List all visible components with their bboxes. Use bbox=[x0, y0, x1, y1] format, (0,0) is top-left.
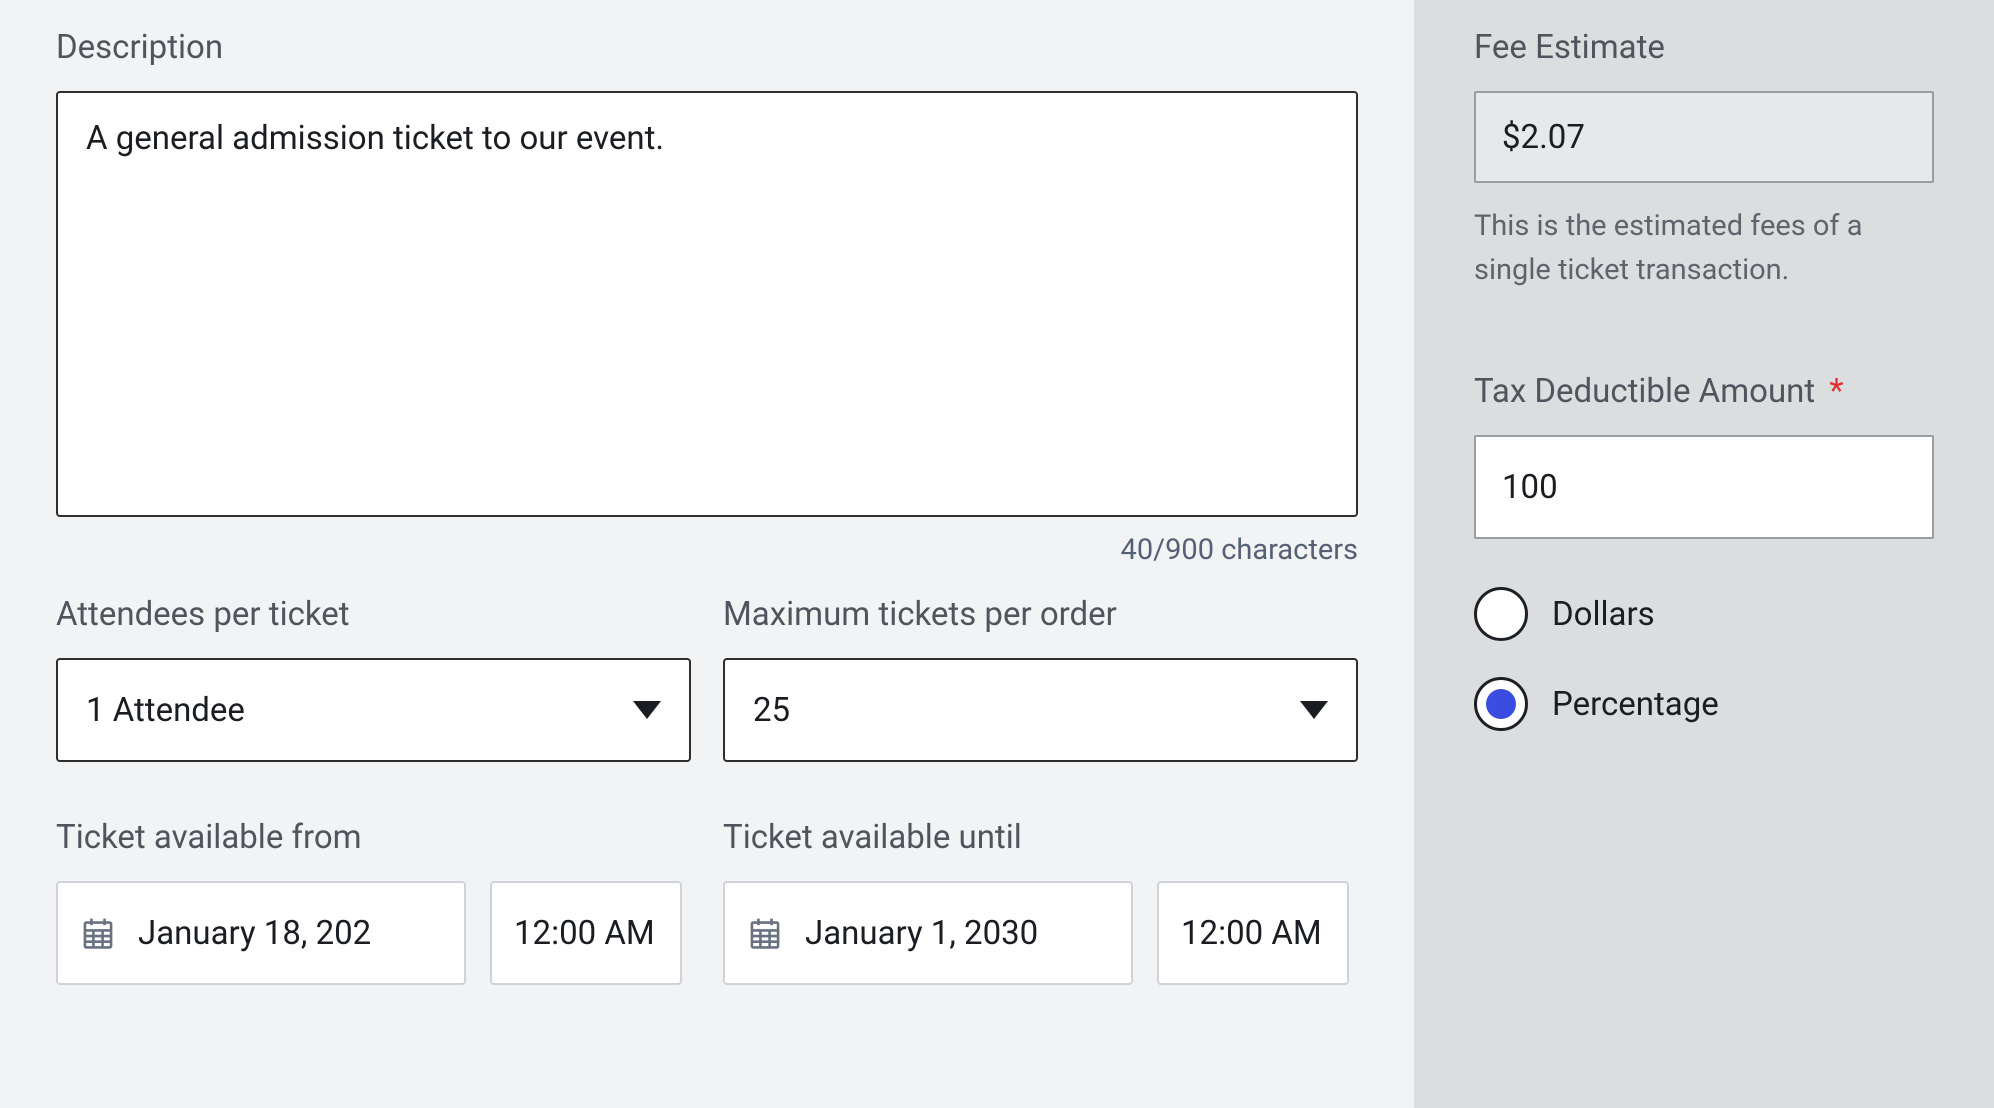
tax-deductible-input[interactable] bbox=[1474, 435, 1934, 539]
tax-type-percentage-radio[interactable]: Percentage bbox=[1474, 677, 1934, 731]
attendees-label: Attendees per ticket bbox=[56, 595, 691, 634]
radio-label-percentage: Percentage bbox=[1552, 685, 1719, 724]
available-until-label: Ticket available until bbox=[723, 818, 1358, 857]
available-from-label: Ticket available from bbox=[56, 818, 691, 857]
radio-icon bbox=[1474, 677, 1528, 731]
radio-label-dollars: Dollars bbox=[1552, 595, 1655, 634]
description-char-count: 40/900 characters bbox=[56, 533, 1358, 567]
main-form: Description A general admission ticket t… bbox=[0, 0, 1414, 1108]
radio-selected-icon bbox=[1486, 689, 1516, 719]
side-panel: Fee Estimate $2.07 This is the estimated… bbox=[1414, 0, 1994, 1108]
available-until-time-input[interactable] bbox=[1157, 881, 1349, 985]
fee-estimate-value: $2.07 bbox=[1474, 91, 1934, 183]
fee-estimate-hint: This is the estimated fees of a single t… bbox=[1474, 205, 1934, 292]
tax-deductible-label-text: Tax Deductible Amount bbox=[1474, 372, 1815, 411]
tax-deductible-label: Tax Deductible Amount * bbox=[1474, 372, 1934, 411]
attendees-select[interactable]: 1 Attendee bbox=[56, 658, 691, 762]
available-from-date-input[interactable] bbox=[56, 881, 466, 985]
description-label: Description bbox=[56, 28, 1358, 67]
fee-estimate-label: Fee Estimate bbox=[1474, 28, 1934, 67]
tax-type-dollars-radio[interactable]: Dollars bbox=[1474, 587, 1934, 641]
max-tickets-label: Maximum tickets per order bbox=[723, 595, 1358, 634]
available-until-date-input[interactable] bbox=[723, 881, 1133, 985]
max-tickets-select[interactable]: 25 bbox=[723, 658, 1358, 762]
available-from-time-input[interactable] bbox=[490, 881, 682, 985]
required-indicator: * bbox=[1829, 372, 1843, 411]
radio-icon bbox=[1474, 587, 1528, 641]
description-textarea[interactable]: A general admission ticket to our event. bbox=[56, 91, 1358, 517]
